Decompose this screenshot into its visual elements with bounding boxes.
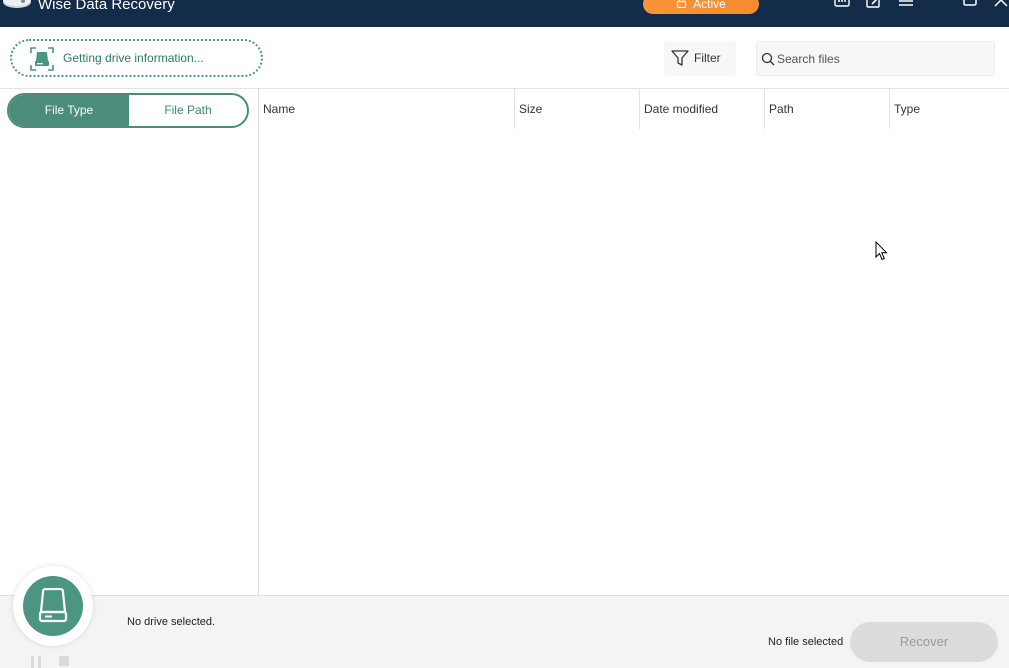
panel-divider[interactable] bbox=[258, 89, 259, 596]
filter-label: Filter bbox=[694, 51, 721, 65]
drive-selection-status: No drive selected. bbox=[127, 616, 216, 628]
column-header-type[interactable]: Type bbox=[890, 89, 1009, 129]
drive-badge bbox=[23, 576, 83, 636]
search-input[interactable] bbox=[777, 42, 987, 75]
mouse-cursor-icon bbox=[875, 241, 888, 261]
drive-status-text: Getting drive information... bbox=[63, 51, 204, 65]
minimize-icon[interactable] bbox=[929, 0, 947, 12]
title-bar: Wise Data Recovery Active bbox=[0, 0, 1009, 27]
view-mode-toggle: File Type File Path bbox=[7, 93, 249, 128]
active-label: Active bbox=[693, 0, 726, 11]
column-header-date-modified[interactable]: Date modified bbox=[640, 89, 764, 129]
feedback-icon[interactable] bbox=[833, 0, 851, 12]
recover-button[interactable]: Recover bbox=[850, 622, 998, 662]
filter-icon bbox=[671, 50, 689, 66]
drive-scan-icon bbox=[30, 47, 54, 71]
app-logo-icon bbox=[3, 0, 31, 8]
active-button[interactable]: Active bbox=[643, 0, 759, 14]
file-selection-status: No file selected bbox=[768, 636, 844, 648]
column-header-name[interactable]: Name bbox=[259, 89, 514, 129]
drive-icon bbox=[38, 588, 68, 623]
drive-select-button[interactable] bbox=[13, 566, 93, 646]
search-box[interactable] bbox=[756, 41, 995, 76]
pause-icon[interactable] bbox=[31, 656, 41, 668]
tab-file-path[interactable]: File Path bbox=[129, 95, 247, 126]
tab-file-type[interactable]: File Type bbox=[9, 95, 129, 126]
drive-status-pill[interactable]: Getting drive information... bbox=[10, 39, 263, 77]
menu-icon[interactable] bbox=[897, 0, 915, 12]
lock-icon bbox=[677, 0, 687, 9]
maximize-icon[interactable] bbox=[961, 0, 979, 12]
close-icon[interactable] bbox=[992, 0, 1009, 12]
stop-icon[interactable] bbox=[59, 656, 69, 666]
column-header-path[interactable]: Path bbox=[765, 89, 889, 129]
column-header-size[interactable]: Size bbox=[515, 89, 639, 129]
search-icon bbox=[761, 52, 775, 66]
edit-icon[interactable] bbox=[865, 0, 883, 12]
app-title: Wise Data Recovery bbox=[38, 0, 175, 13]
filter-button[interactable]: Filter bbox=[664, 41, 736, 76]
